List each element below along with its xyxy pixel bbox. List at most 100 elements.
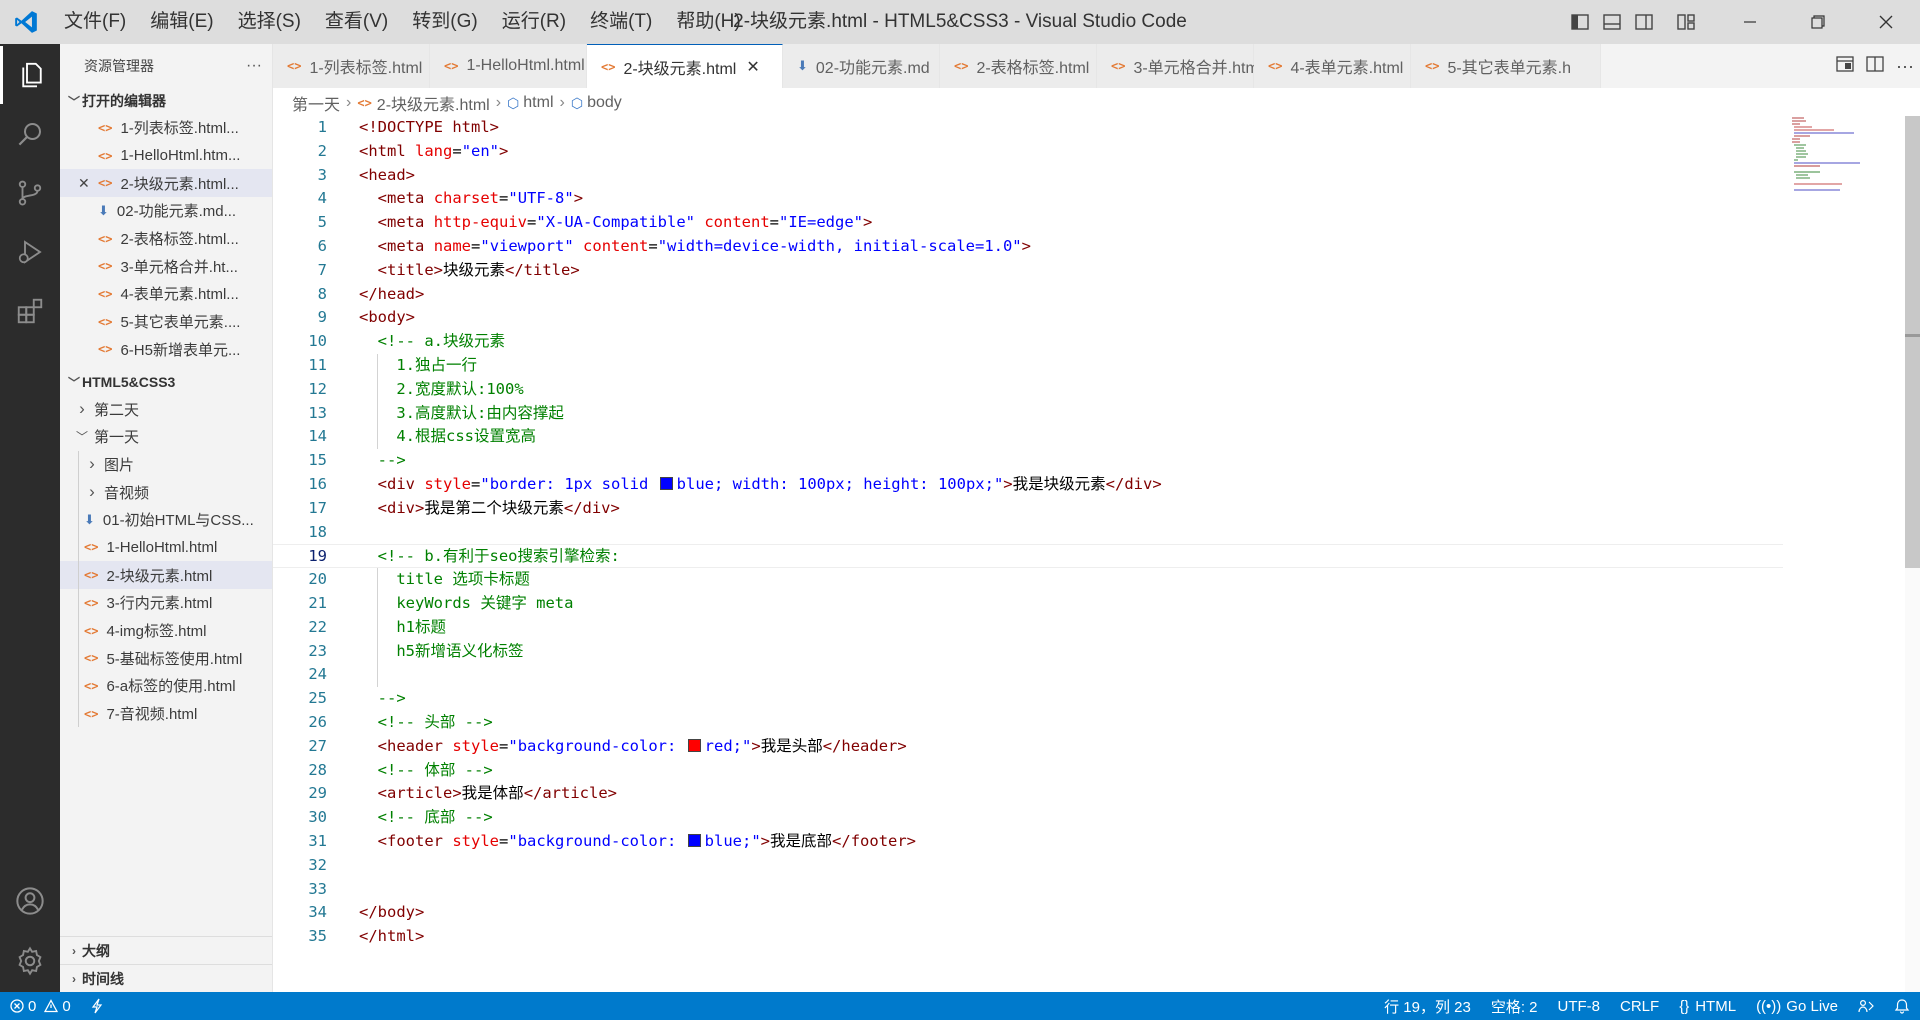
timeline-section[interactable]: › 时间线: [60, 964, 272, 992]
code-line[interactable]: 16 <div style="border: 1px solid blue; w…: [273, 473, 1783, 497]
tree-folder[interactable]: › 第二天: [60, 395, 272, 423]
open-editor-item[interactable]: <> 2-表格标签.html...: [60, 225, 272, 253]
lightning-icon[interactable]: [81, 992, 113, 1020]
code-line[interactable]: 31 <footer style="background-color: blue…: [273, 830, 1783, 854]
open-editor-item[interactable]: <> 4-表单元素.html...: [60, 280, 272, 308]
open-editor-item[interactable]: <> 1-列表标签.html...: [60, 114, 272, 142]
source-control-icon[interactable]: [0, 164, 60, 222]
color-swatch[interactable]: [687, 834, 701, 847]
tree-file[interactable]: <> 5-基础标签使用.html: [60, 644, 272, 673]
code-line[interactable]: 33: [273, 878, 1783, 902]
code-line[interactable]: 15 -->: [273, 449, 1783, 473]
tree-file[interactable]: <> 7-音视频.html: [60, 699, 272, 728]
tree-folder[interactable]: ﹀ 第一天: [60, 423, 272, 451]
tab-item[interactable]: ⬇ 02-功能元素.md: [783, 44, 940, 88]
color-swatch[interactable]: [687, 738, 701, 752]
indentation[interactable]: 空格: 2: [1481, 992, 1548, 1020]
code-line[interactable]: 25 -->: [273, 687, 1783, 711]
tab-item[interactable]: <> 1-HelloHtml.html: [430, 44, 587, 88]
tree-file[interactable]: <> 6-a标签的使用.html: [60, 672, 272, 700]
menu-item[interactable]: 运行(R): [490, 6, 578, 38]
feedback-icon[interactable]: [1848, 992, 1884, 1020]
minimize-icon[interactable]: [1716, 0, 1784, 44]
code-line[interactable]: 1 <!DOCTYPE html>: [273, 116, 1783, 140]
code-line[interactable]: 23 h5新增语义化标签: [273, 640, 1783, 664]
toggle-panel-icon[interactable]: [1596, 0, 1628, 44]
code-line[interactable]: 29 <article>我是体部</article>: [273, 782, 1783, 806]
code-editor[interactable]: 1 <!DOCTYPE html> 2 <html lang="en"> 3 <head>…: [273, 116, 1920, 992]
problems-indicator[interactable]: 0 0: [0, 992, 81, 1020]
code-line[interactable]: 4 <meta charset="UTF-8">: [273, 187, 1783, 211]
tab-item[interactable]: <> 2-表格标签.html: [940, 44, 1097, 88]
tree-file[interactable]: <> 1-HelloHtml.html: [60, 533, 272, 562]
menu-item[interactable]: 查看(V): [313, 6, 400, 38]
tree-folder[interactable]: › 图片: [60, 450, 272, 479]
customize-layout-icon[interactable]: [1670, 0, 1702, 44]
open-preview-icon[interactable]: [1836, 55, 1854, 78]
go-live-button[interactable]: ((•)) Go Live: [1746, 992, 1848, 1020]
encoding[interactable]: UTF-8: [1548, 992, 1611, 1020]
close-window-icon[interactable]: [1852, 0, 1920, 44]
code-line[interactable]: 14 4.根据css设置宽高: [273, 425, 1783, 449]
code-line[interactable]: 20 title 选项卡标题: [273, 568, 1783, 592]
explorer-icon[interactable]: [0, 46, 60, 104]
open-editor-item[interactable]: <> 3-单元格合并.ht...: [60, 252, 272, 280]
cursor-position[interactable]: 行 19，列 23: [1374, 992, 1481, 1020]
code-line[interactable]: 35 </html>: [273, 925, 1783, 949]
search-icon[interactable]: [0, 105, 60, 163]
language-mode[interactable]: {} HTML: [1669, 992, 1746, 1020]
color-swatch[interactable]: [659, 477, 673, 490]
restore-icon[interactable]: [1784, 0, 1852, 44]
code-line[interactable]: 12 2.宽度默认:100%: [273, 378, 1783, 402]
code-line[interactable]: 9 <body>: [273, 306, 1783, 330]
code-line[interactable]: 7 <title>块级元素</title>: [273, 259, 1783, 283]
code-line[interactable]: 32: [273, 854, 1783, 878]
tree-file[interactable]: <> 3-行内元素.html: [60, 589, 272, 617]
tree-folder[interactable]: › 音视频: [60, 478, 272, 506]
toggle-secondary-sidebar-icon[interactable]: [1628, 0, 1660, 44]
tab-item[interactable]: <> 1-列表标签.html: [273, 44, 430, 88]
code-line[interactable]: 19 <!-- b.有利于seo搜索引擎检索:: [273, 544, 1783, 569]
open-editor-item[interactable]: ⬇ 02-功能元素.md...: [60, 197, 272, 225]
breadcrumb-item[interactable]: html: [523, 94, 553, 112]
tab-active[interactable]: <> 2-块级元素.html ✕: [587, 44, 783, 88]
code-line[interactable]: 21 keyWords 关键字 meta: [273, 592, 1783, 616]
breadcrumb-item[interactable]: body: [587, 94, 622, 112]
breadcrumb-item[interactable]: 第一天: [292, 91, 340, 115]
code-line[interactable]: 30 <!-- 底部 -->: [273, 806, 1783, 830]
menu-item[interactable]: 终端(T): [578, 6, 664, 38]
code-line[interactable]: 26 <!-- 头部 -->: [273, 711, 1783, 735]
open-editor-item[interactable]: <> 5-其它表单元素....: [60, 308, 272, 336]
open-editors-section[interactable]: ﹀ 打开的编辑器: [60, 88, 272, 114]
end-of-line[interactable]: CRLF: [1610, 992, 1669, 1020]
close-icon[interactable]: ✕: [78, 175, 90, 192]
code-line[interactable]: 10 <!-- a.块级元素: [273, 330, 1783, 354]
code-line[interactable]: 2 <html lang="en">: [273, 140, 1783, 164]
open-editor-item[interactable]: <> 1-HelloHtml.htm...: [60, 142, 272, 170]
minimap[interactable]: [1790, 116, 1900, 196]
outline-section[interactable]: › 大纲: [60, 936, 272, 964]
split-editor-icon[interactable]: [1866, 55, 1884, 78]
code-line[interactable]: 22 h1标题: [273, 616, 1783, 640]
breadcrumb-item[interactable]: 2-块级元素.html: [377, 91, 490, 115]
code-line[interactable]: 27 <header style="background-color: red;…: [273, 735, 1783, 759]
code-line[interactable]: 5 <meta http-equiv="X-UA-Compatible" con…: [273, 211, 1783, 235]
accounts-icon[interactable]: [0, 872, 60, 930]
explorer-more-button[interactable]: ···: [246, 57, 262, 75]
extensions-icon[interactable]: [0, 282, 60, 340]
toggle-sidebar-icon[interactable]: [1564, 0, 1596, 44]
open-editor-item[interactable]: <> 6-H5新增表单元...: [60, 336, 272, 364]
project-section[interactable]: ﹀ HTML5&CSS3: [60, 369, 272, 395]
code-line[interactable]: 6 <meta name="viewport" content="width=d…: [273, 235, 1783, 259]
code-line[interactable]: 28 <!-- 体部 -->: [273, 759, 1783, 783]
code-line[interactable]: 18: [273, 521, 1783, 545]
tree-file[interactable]: ⬇ 01-初始HTML与CSS...: [60, 505, 272, 534]
tree-file[interactable]: <> 4-img标签.html: [60, 616, 272, 645]
code-line[interactable]: 17 <div>我是第二个块级元素</div>: [273, 497, 1783, 521]
editor-scrollbar-thumb[interactable]: [1905, 116, 1920, 568]
tab-item[interactable]: <> 3-单元格合并.html: [1097, 44, 1262, 88]
tab-item[interactable]: <> 5-其它表单元素.h: [1411, 44, 1601, 88]
tree-file[interactable]: <> 2-块级元素.html: [60, 561, 272, 589]
run-debug-icon[interactable]: [0, 223, 60, 281]
tab-item[interactable]: <> 4-表单元素.html: [1254, 44, 1411, 88]
